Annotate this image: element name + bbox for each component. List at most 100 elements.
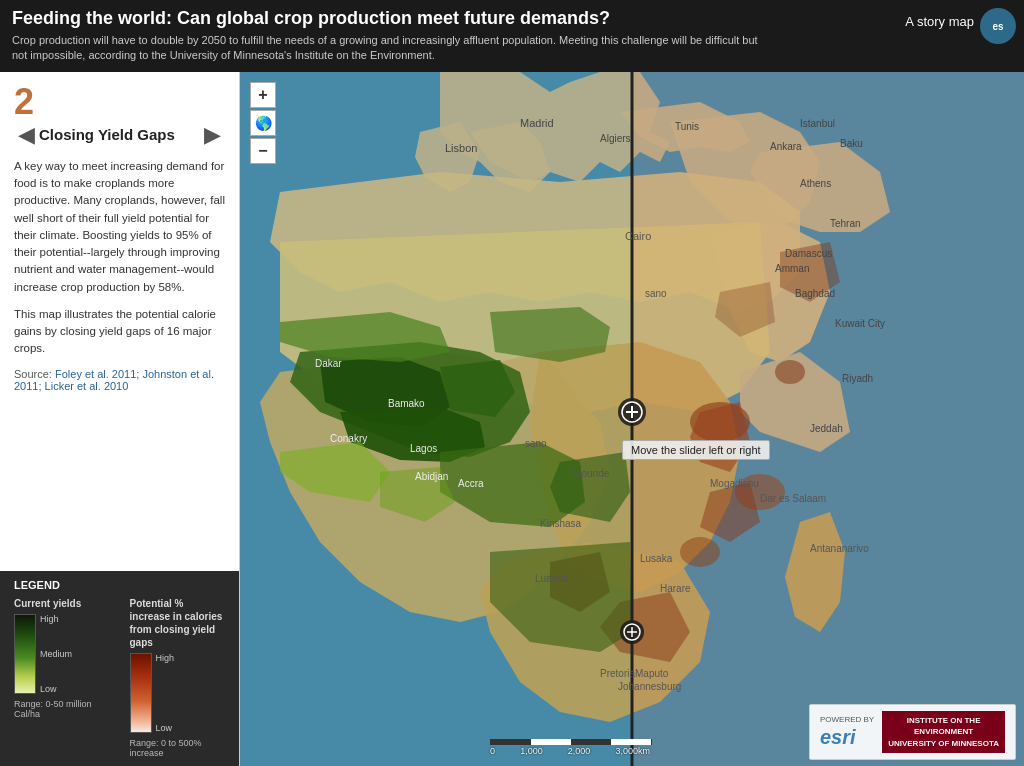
scale-2000: 2,000: [568, 746, 591, 756]
page-subtitle: Crop production will have to double by 2…: [12, 33, 762, 64]
potential-gradient: [130, 653, 152, 733]
scale-labels: 0 1,000 2,000 3,000km: [490, 746, 650, 756]
legend-potential: Potential % increase in calories from cl…: [130, 597, 226, 758]
svg-text:Kuwait City: Kuwait City: [835, 318, 885, 329]
page-title: Feeding the world: Can global crop produ…: [12, 8, 1012, 29]
sidebar: 2 ◀ Closing Yield Gaps ▶ A key way to me…: [0, 72, 240, 766]
svg-text:Bamako: Bamako: [388, 398, 425, 409]
slide-title: Closing Yield Gaps: [39, 126, 200, 143]
legend-current-yields: Current yields High Medium Low Range: 0-…: [14, 597, 110, 758]
svg-text:Madrid: Madrid: [520, 117, 554, 129]
yields-labels: High Medium Low: [40, 614, 72, 694]
potential-range: Range: 0 to 500% increase: [130, 738, 226, 758]
legend: LEGEND Current yields High Medium Low R: [0, 571, 239, 766]
svg-text:Abidjan: Abidjan: [415, 471, 448, 482]
legend-title: LEGEND: [14, 579, 225, 591]
svg-text:Baghdad: Baghdad: [795, 288, 835, 299]
svg-text:Athens: Athens: [800, 178, 831, 189]
scale-3000: 3,000km: [615, 746, 650, 756]
scale-seg-1: [491, 739, 531, 745]
esri-branding: POWERED BY esri: [820, 715, 874, 748]
legend-yields-row: High Medium Low: [14, 614, 110, 696]
svg-text:Yaounde: Yaounde: [570, 468, 610, 479]
svg-text:Pretoria: Pretoria: [600, 668, 635, 679]
svg-text:Riyadh: Riyadh: [842, 373, 873, 384]
institute-line1: INSTITUTE ON THE: [888, 715, 999, 726]
legend-grid: Current yields High Medium Low Range: 0-…: [14, 597, 225, 758]
slide-number: 2: [14, 84, 225, 120]
map-branding: POWERED BY esri INSTITUTE ON THE ENVIRON…: [809, 704, 1016, 760]
slider-tooltip: Move the slider left or right: [622, 440, 770, 460]
slide-body-2: This map illustrates the potential calor…: [14, 306, 225, 358]
svg-text:Dar es Salaam: Dar es Salaam: [760, 493, 826, 504]
svg-text:Lisbon: Lisbon: [445, 142, 477, 154]
university-name: UNIVERSITY OF MINNESOTA: [888, 738, 999, 749]
yields-low-label: Low: [40, 684, 72, 694]
svg-text:Damascus: Damascus: [785, 248, 832, 259]
svg-text:Dakar: Dakar: [315, 358, 342, 369]
scale-0: 0: [490, 746, 495, 756]
svg-text:Harare: Harare: [660, 583, 691, 594]
header: Feeding the world: Can global crop produ…: [0, 0, 1024, 72]
svg-text:Cairo: Cairo: [625, 230, 651, 242]
potential-labels: High Low: [156, 653, 175, 733]
svg-text:Ankara: Ankara: [770, 141, 802, 152]
svg-text:Luanda: Luanda: [535, 573, 569, 584]
yields-range: Range: 0-50 million Cal/ha: [14, 699, 110, 719]
scale-seg-3: [571, 739, 611, 745]
svg-text:Baku: Baku: [840, 138, 863, 149]
prev-slide-button[interactable]: ◀: [14, 122, 39, 148]
svg-text:Johannesburg: Johannesburg: [618, 681, 681, 692]
svg-text:sano: sano: [645, 288, 667, 299]
umn-logo: INSTITUTE ON THE ENVIRONMENT UNIVERSITY …: [882, 711, 1005, 753]
scale-seg-2: [531, 739, 571, 745]
yields-medium-label: Medium: [40, 649, 72, 659]
svg-text:Tehran: Tehran: [830, 218, 861, 229]
svg-text:Lagos: Lagos: [410, 443, 437, 454]
zoom-in-button[interactable]: +: [250, 82, 276, 108]
svg-text:Lusaka: Lusaka: [640, 553, 673, 564]
svg-text:Amman: Amman: [775, 263, 809, 274]
story-map-label: A story map: [905, 14, 974, 29]
svg-text:Mogadishu: Mogadishu: [710, 478, 759, 489]
yields-gradient: [14, 614, 36, 694]
svg-text:Accra: Accra: [458, 478, 484, 489]
svg-text:Conakry: Conakry: [330, 433, 367, 444]
svg-text:Tunis: Tunis: [675, 121, 699, 132]
svg-text:Maputo: Maputo: [635, 668, 669, 679]
svg-text:Algiers: Algiers: [600, 133, 631, 144]
potential-low-label: Low: [156, 723, 175, 733]
svg-text:sano: sano: [525, 438, 547, 449]
scale-bar: 0 1,000 2,000 3,000km: [490, 739, 652, 756]
slide-source: Source: Foley et al. 2011; Johnston et a…: [14, 368, 225, 392]
potential-high-label: High: [156, 653, 175, 663]
slide-nav: ◀ Closing Yield Gaps ▶: [14, 122, 225, 148]
svg-text:Antananarivo: Antananarivo: [810, 543, 869, 554]
globe-button[interactable]: 🌎: [250, 110, 276, 136]
map-svg: Madrid Lisbon Algiers Tunis Baku Istanbu…: [240, 72, 1024, 766]
legend-yields-title: Current yields: [14, 597, 110, 610]
next-slide-button[interactable]: ▶: [200, 122, 225, 148]
map-area[interactable]: Madrid Lisbon Algiers Tunis Baku Istanbu…: [240, 72, 1024, 766]
story-map-link[interactable]: A story map: [905, 14, 974, 29]
slide-body-1: A key way to meet increasing demand for …: [14, 158, 225, 296]
yields-high-label: High: [40, 614, 72, 624]
svg-text:Jeddah: Jeddah: [810, 423, 843, 434]
svg-point-4: [775, 360, 805, 384]
legend-potential-title: Potential % increase in calories from cl…: [130, 597, 226, 649]
sidebar-content: 2 ◀ Closing Yield Gaps ▶ A key way to me…: [0, 72, 239, 571]
svg-text:Kinshasa: Kinshasa: [540, 518, 582, 529]
institute-line2: ENVIRONMENT: [888, 726, 999, 737]
scale-bar-line: [490, 739, 652, 745]
powered-by-label: POWERED BY: [820, 715, 874, 725]
scale-seg-4: [611, 739, 651, 745]
zoom-out-button[interactable]: −: [250, 138, 276, 164]
svg-text:Istanbul: Istanbul: [800, 118, 835, 129]
main-layout: 2 ◀ Closing Yield Gaps ▶ A key way to me…: [0, 72, 1024, 766]
legend-potential-row: High Low: [130, 653, 226, 735]
esri-logo: esri: [820, 726, 874, 749]
esri-header-logo: es: [980, 8, 1016, 44]
map-controls: + 🌎 −: [250, 82, 276, 164]
svg-point-3: [680, 537, 720, 567]
scale-1000: 1,000: [520, 746, 543, 756]
